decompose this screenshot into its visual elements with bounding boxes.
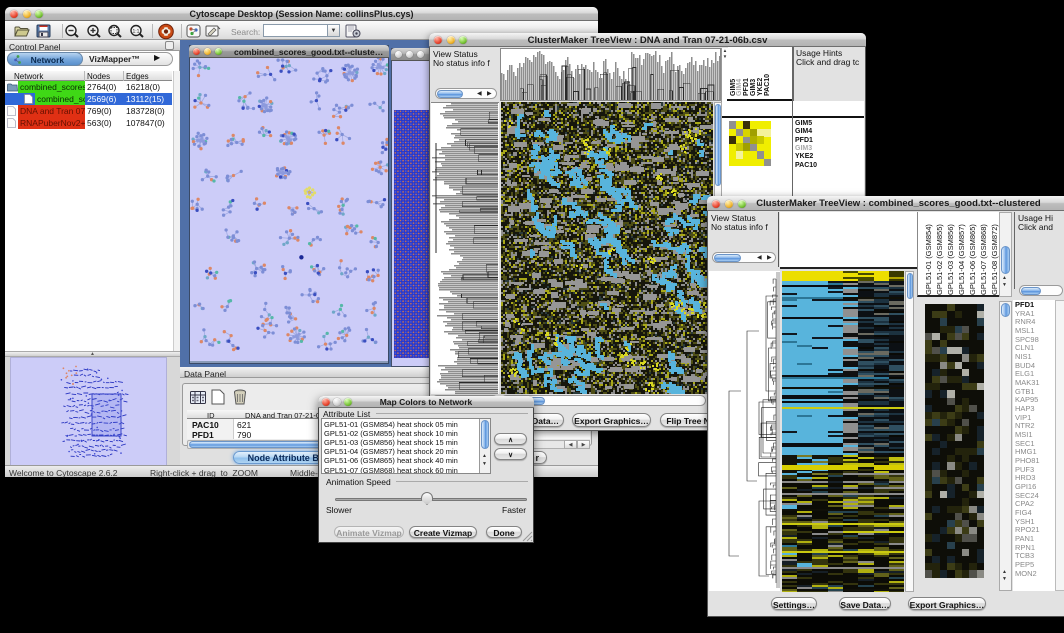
svg-text:1:1: 1:1	[133, 29, 140, 35]
